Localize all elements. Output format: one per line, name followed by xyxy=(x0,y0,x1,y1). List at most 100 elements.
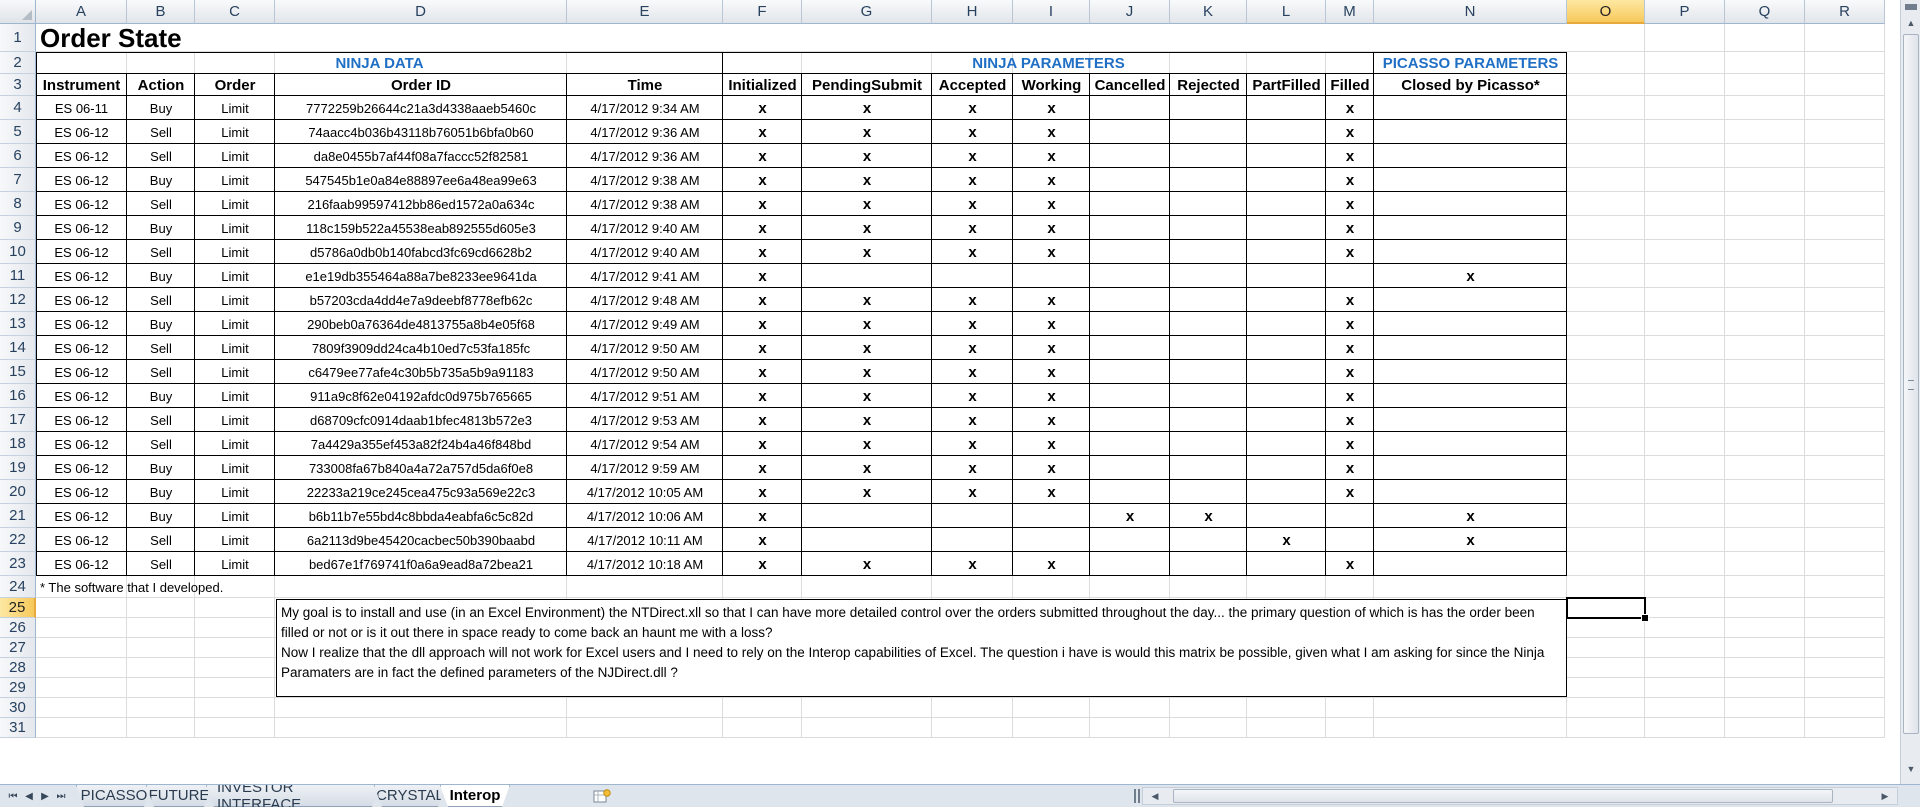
row-header-27[interactable]: 27 xyxy=(0,638,36,658)
scroll-up-icon[interactable]: ▲ xyxy=(1901,14,1920,32)
row-header-10[interactable]: 10 xyxy=(0,240,36,264)
row-header-31[interactable]: 31 xyxy=(0,718,36,738)
column-header-a[interactable]: A xyxy=(36,0,127,24)
row-header-22[interactable]: 22 xyxy=(0,528,36,552)
row-header-13[interactable]: 13 xyxy=(0,312,36,336)
column-header-d[interactable]: D xyxy=(275,0,567,24)
status-mark: x xyxy=(758,219,767,237)
row-header-26[interactable]: 26 xyxy=(0,618,36,638)
vertical-scrollbar[interactable]: ▲ ▼ xyxy=(1900,0,1920,784)
column-header-g[interactable]: G xyxy=(802,0,932,24)
last-sheet-icon[interactable]: ⏭ xyxy=(54,787,68,805)
action-cell: Sell xyxy=(150,124,172,140)
row-header-2[interactable]: 2 xyxy=(0,52,36,74)
first-sheet-icon[interactable]: ⏮ xyxy=(6,787,20,805)
row-header-15[interactable]: 15 xyxy=(0,360,36,384)
row-header-1[interactable]: 1 xyxy=(0,24,36,52)
horizontal-scrollbar[interactable]: ◀ ▶ xyxy=(1142,787,1898,805)
status-mark: x xyxy=(1345,243,1355,261)
row-header-20[interactable]: 20 xyxy=(0,480,36,504)
instrument-cell: ES 06-12 xyxy=(54,172,109,188)
next-sheet-icon[interactable]: ▶ xyxy=(38,787,52,805)
status-mark: x xyxy=(862,363,872,381)
order-id-cell: c6479ee77afe4c30b5b735a5b9a91183 xyxy=(308,364,534,380)
row-header-18[interactable]: 18 xyxy=(0,432,36,456)
action-cell: Sell xyxy=(150,364,172,380)
row-header-7[interactable]: 7 xyxy=(0,168,36,192)
column-title: Initialized xyxy=(728,76,797,94)
sheet-tab-picasso[interactable]: PICASSO xyxy=(76,785,152,807)
row-header-24[interactable]: 24 xyxy=(0,576,36,598)
status-mark: x xyxy=(1047,123,1056,141)
row-header-25[interactable]: 25 xyxy=(0,598,36,618)
active-cell-selection[interactable] xyxy=(1566,597,1649,622)
row-header-3[interactable]: 3 xyxy=(0,74,36,96)
column-header-p[interactable]: P xyxy=(1645,0,1725,24)
action-cell: Sell xyxy=(150,532,172,548)
row-header-4[interactable]: 4 xyxy=(0,96,36,120)
vertical-scroll-thumb[interactable] xyxy=(1903,34,1919,734)
action-cell: Sell xyxy=(150,556,172,572)
column-header-b[interactable]: B xyxy=(127,0,195,24)
prev-sheet-icon[interactable]: ◀ xyxy=(22,787,36,805)
text-box[interactable]: My goal is to install and use (in an Exc… xyxy=(276,599,1567,697)
column-header-e[interactable]: E xyxy=(567,0,723,24)
text-box-paragraph-2: Now I realize that the dll approach will… xyxy=(281,645,1545,680)
column-header-r[interactable]: R xyxy=(1805,0,1885,24)
column-header-k[interactable]: K xyxy=(1170,0,1247,24)
row-header-28[interactable]: 28 xyxy=(0,658,36,678)
column-header-h[interactable]: H xyxy=(932,0,1013,24)
split-handle[interactable] xyxy=(1905,4,1917,10)
sheet-tab-investor-interface[interactable]: INVESTOR INTERFACE xyxy=(206,785,380,807)
order-type-cell: Limit xyxy=(221,268,249,284)
select-all-button[interactable] xyxy=(0,0,36,24)
gridline xyxy=(36,697,1885,698)
status-mark: x xyxy=(968,171,977,189)
row-header-11[interactable]: 11 xyxy=(0,264,36,288)
horizontal-scroll-thumb[interactable] xyxy=(1173,789,1833,803)
status-mark: x xyxy=(1047,195,1056,213)
column-title: Working xyxy=(1021,76,1082,94)
tab-split-handle[interactable] xyxy=(1134,789,1140,803)
order-id-cell: b57203cda4dd4e7a9deebf8778efb62c xyxy=(309,292,533,308)
column-header-o[interactable]: O xyxy=(1567,0,1645,24)
row-header-12[interactable]: 12 xyxy=(0,288,36,312)
row-header-6[interactable]: 6 xyxy=(0,144,36,168)
action-cell: Sell xyxy=(150,340,172,356)
sheet-tab-crystal[interactable]: CRYSTAL xyxy=(374,785,446,807)
scroll-down-icon[interactable]: ▼ xyxy=(1901,760,1920,778)
sheet-tab-future[interactable]: FUTURE xyxy=(146,785,212,807)
status-mark: x xyxy=(1047,147,1056,165)
column-header-j[interactable]: J xyxy=(1090,0,1170,24)
insert-worksheet-icon[interactable] xyxy=(591,787,613,805)
row-header-29[interactable]: 29 xyxy=(0,678,36,698)
sheet-tab-interop[interactable]: Interop xyxy=(440,785,510,807)
status-mark: x xyxy=(1345,147,1355,165)
time-cell: 4/17/2012 9:48 AM xyxy=(590,292,700,308)
scroll-right-icon[interactable]: ▶ xyxy=(1877,788,1893,804)
scroll-left-icon[interactable]: ◀ xyxy=(1147,788,1163,804)
column-header-m[interactable]: M xyxy=(1326,0,1374,24)
row-header-8[interactable]: 8 xyxy=(0,192,36,216)
action-cell: Sell xyxy=(150,244,172,260)
row-header-17[interactable]: 17 xyxy=(0,408,36,432)
status-mark: x xyxy=(862,171,872,189)
row-header-9[interactable]: 9 xyxy=(0,216,36,240)
row-header-23[interactable]: 23 xyxy=(0,552,36,576)
column-header-n[interactable]: N xyxy=(1374,0,1567,24)
row-header-16[interactable]: 16 xyxy=(0,384,36,408)
row-header-21[interactable]: 21 xyxy=(0,504,36,528)
column-header-q[interactable]: Q xyxy=(1725,0,1805,24)
action-cell: Buy xyxy=(149,316,173,332)
column-header-i[interactable]: I xyxy=(1013,0,1090,24)
column-header-l[interactable]: L xyxy=(1247,0,1326,24)
column-header-c[interactable]: C xyxy=(195,0,275,24)
column-header-f[interactable]: F xyxy=(723,0,802,24)
row-header-5[interactable]: 5 xyxy=(0,120,36,144)
cell-grid[interactable]: Order State NINJA DATA NINJA PARAMETERS PIC… xyxy=(36,24,1900,784)
row-header-19[interactable]: 19 xyxy=(0,456,36,480)
order-type-cell: Limit xyxy=(221,148,249,164)
instrument-cell: ES 06-12 xyxy=(54,124,109,140)
row-header-14[interactable]: 14 xyxy=(0,336,36,360)
row-header-30[interactable]: 30 xyxy=(0,698,36,718)
